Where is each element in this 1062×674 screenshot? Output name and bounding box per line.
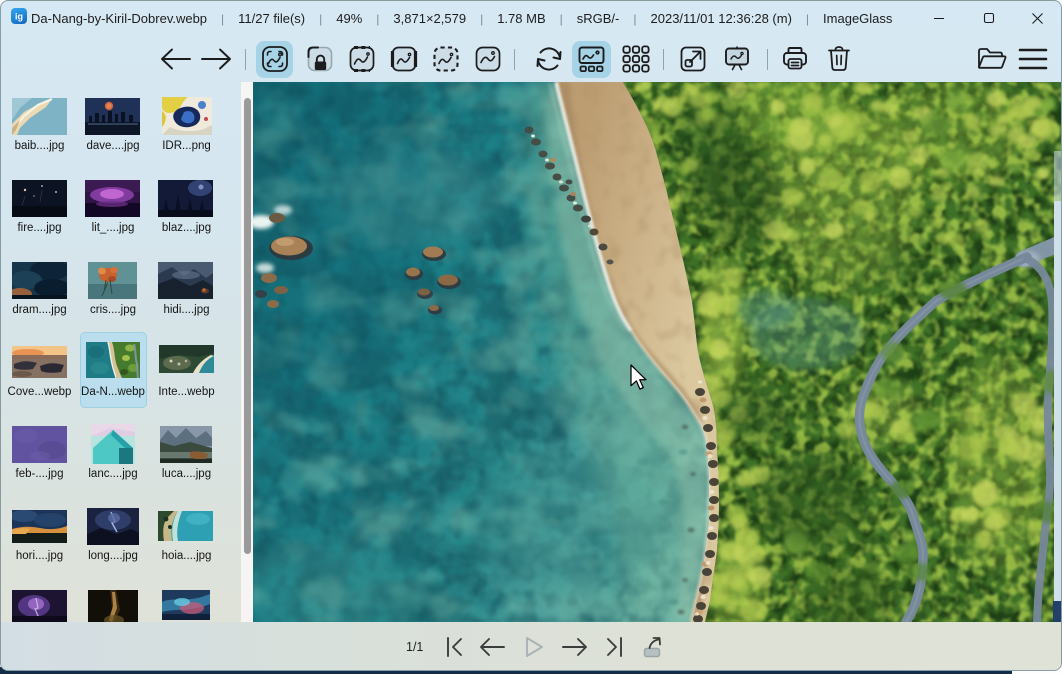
svg-text:ig: ig	[15, 12, 23, 22]
